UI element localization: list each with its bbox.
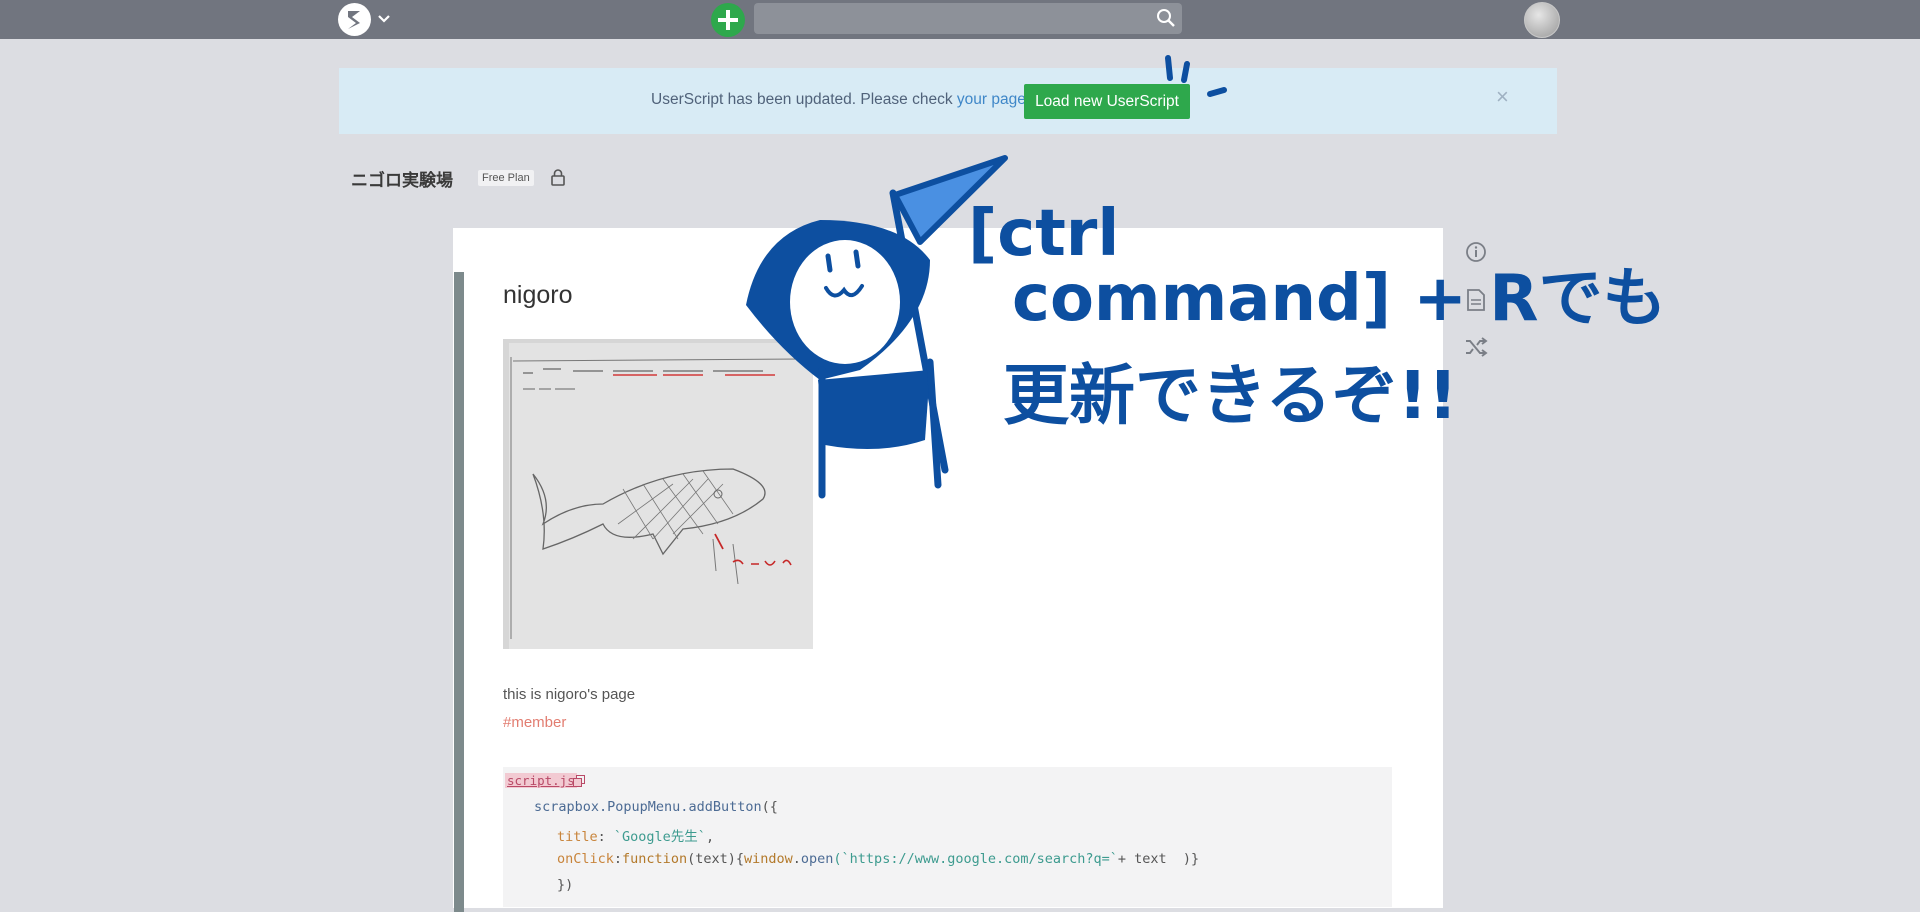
chevron-down-icon[interactable]: [376, 12, 392, 26]
search-icon[interactable]: [1156, 8, 1176, 28]
member-hashtag-link[interactable]: #member: [503, 714, 566, 731]
code-token: ,: [705, 829, 715, 845]
close-icon[interactable]: ×: [1496, 84, 1509, 110]
search-input[interactable]: [754, 3, 1182, 34]
code-token: `Google先生`: [613, 829, 706, 845]
notice-text: UserScript has been updated. Please chec…: [651, 91, 953, 108]
page-description: this is nigoro's page: [503, 686, 636, 703]
top-navbar: [0, 0, 1920, 39]
shuffle-icon[interactable]: [1464, 337, 1488, 357]
document-icon[interactable]: [1466, 288, 1486, 312]
code-token: onClick: [557, 851, 614, 867]
page-edge-bar: [454, 272, 464, 912]
code-line: scrapbox.PopupMenu.addButton({: [534, 799, 778, 815]
code-filename[interactable]: script.js: [505, 773, 577, 788]
user-avatar[interactable]: [1524, 2, 1560, 38]
userscript-update-notice: UserScript has been updated. Please chec…: [339, 68, 1557, 134]
project-title[interactable]: ニゴロ実験場: [351, 166, 453, 191]
code-token: scrapbox.PopupMenu.: [534, 799, 689, 815]
load-userscript-button[interactable]: Load new UserScript: [1024, 84, 1190, 119]
code-token: ({: [761, 799, 778, 815]
page-title[interactable]: nigoro: [503, 281, 573, 310]
fish-sketch-image[interactable]: [503, 339, 813, 649]
code-token: function: [622, 851, 688, 867]
code-token: .: [792, 851, 801, 867]
code-line: }): [557, 877, 574, 893]
code-token: open: [800, 851, 834, 867]
code-token: :: [613, 851, 623, 867]
code-token: title: [557, 829, 598, 845]
code-token: + text )}: [1117, 851, 1200, 867]
new-page-button[interactable]: [711, 3, 745, 37]
fish-sketch-drawing: [503, 339, 813, 649]
lock-icon: [551, 169, 565, 186]
copy-icon[interactable]: [573, 775, 585, 787]
scrapbox-logo-icon[interactable]: [338, 3, 371, 36]
code-token: addButton: [688, 799, 762, 815]
your-page-link[interactable]: your page: [957, 91, 1026, 108]
code-line: onClick:function(text){window.open(`http…: [557, 851, 1199, 867]
info-icon[interactable]: [1465, 241, 1487, 263]
code-line: title: `Google先生`,: [557, 825, 714, 845]
code-block[interactable]: script.js scrapbox.PopupMenu.addButton({…: [503, 767, 1392, 907]
plan-badge: Free Plan: [478, 170, 534, 186]
plus-icon: [718, 10, 738, 30]
code-token: :: [597, 829, 614, 845]
code-token: (text){: [687, 851, 744, 867]
notice-message: UserScript has been updated. Please chec…: [651, 91, 1030, 109]
code-token: window: [743, 851, 793, 867]
code-token: (`https://www.google.com/search?q=`: [833, 851, 1118, 867]
